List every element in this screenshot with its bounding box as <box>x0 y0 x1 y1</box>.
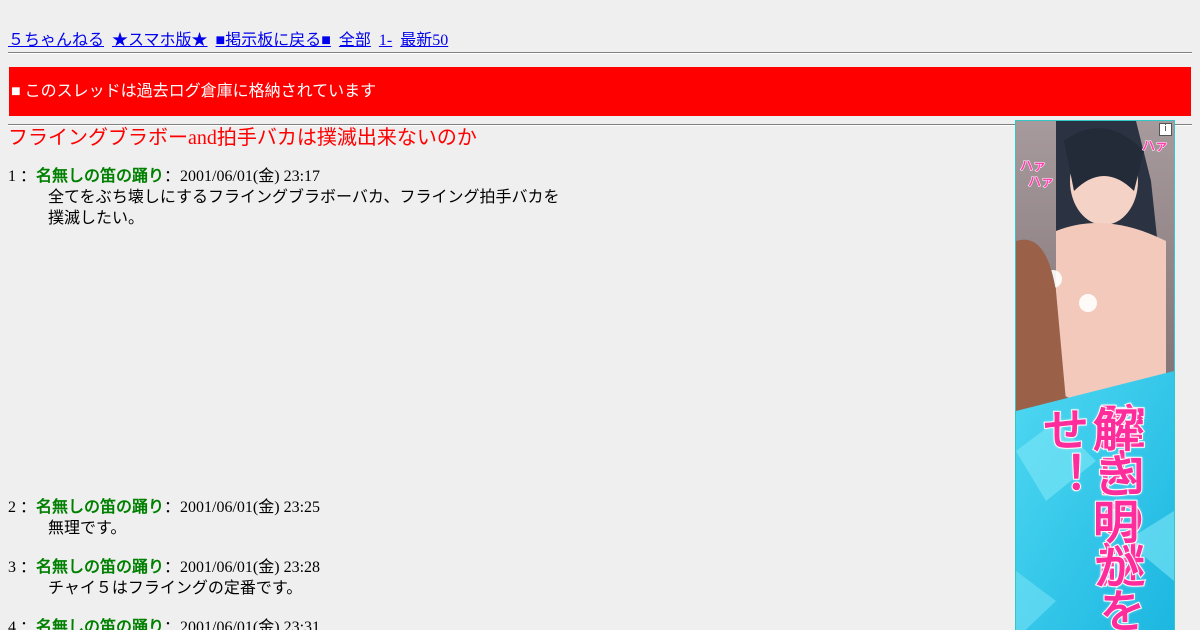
post-header: 4 ：名無しの笛の踊り：2001/06/01(金) 23:31 <box>8 617 320 630</box>
post-number-separator: ： <box>20 168 37 185</box>
thread-title: フライングブラボーand拍手バカは撲滅出来ないのか <box>8 127 477 149</box>
nav-link-from-1[interactable]: 1- <box>379 32 392 49</box>
post-header: 3 ：名無しの笛の踊り：2001/06/01(金) 23:28 <box>8 557 320 578</box>
post-number: 4 <box>8 619 16 630</box>
post-author-name: 名無しの笛の踊り <box>36 168 165 185</box>
nav-link-back-to-board[interactable]: ■掲示板に戻る■ <box>216 32 331 49</box>
post-body: 全てをぶち壊しにするフライングブラボーバカ、フライング拍手バカを 撲滅したい。 <box>48 187 560 229</box>
post-body-line: チャイ５はフライングの定番です。 <box>48 580 303 597</box>
post: 3 ：名無しの笛の踊り：2001/06/01(金) 23:28 チャイ５はフライ… <box>8 557 320 599</box>
nav-link-all[interactable]: 全部 <box>339 32 371 49</box>
post-datetime: ：2001/06/01(金) 23:17 <box>164 168 321 185</box>
post-body-line: 全てをぶち壊しにするフライングブラボーバカ、フライング拍手バカを <box>48 189 560 206</box>
post-header: 1 ：名無しの笛の踊り：2001/06/01(金) 23:17 <box>8 166 560 187</box>
post-number-separator: ： <box>20 619 37 630</box>
divider <box>8 52 1192 54</box>
post-body-line: 撲滅したい。 <box>48 210 145 227</box>
page: ５ちゃんねる ★スマホ版★ ■掲示板に戻る■ 全部 1- 最新50 ■ このスレ… <box>0 0 1200 630</box>
post-number-separator: ： <box>20 559 37 576</box>
post-datetime: ：2001/06/01(金) 23:31 <box>164 619 321 630</box>
post-datetime: ：2001/06/01(金) 23:28 <box>164 559 321 576</box>
ad-sound-effect: ハァ <box>1141 139 1169 155</box>
post-number-separator: ： <box>20 499 37 516</box>
post-body-line: 無理です。 <box>48 520 127 537</box>
post-author-name: 名無しの笛の踊り <box>36 619 165 630</box>
post-body: チャイ５はフライングの定番です。 <box>48 578 320 599</box>
nav-link-smartphone[interactable]: ★スマホ版★ <box>112 32 208 49</box>
post-number: 1 <box>8 168 16 185</box>
post: 4 ：名無しの笛の踊り：2001/06/01(金) 23:31 <box>8 617 320 630</box>
post: 2 ：名無しの笛の踊り：2001/06/01(金) 23:25 無理です。 <box>8 497 320 539</box>
post-datetime: ：2001/06/01(金) 23:25 <box>164 499 321 516</box>
ad-sound-effect: ハァ <box>1027 175 1055 191</box>
post-number: 3 <box>8 559 16 576</box>
ad-headline-line2: 解き明かせ！ <box>1035 405 1141 591</box>
archived-notice-banner: ■ このスレッドは過去ログ倉庫に格納されています <box>9 67 1191 116</box>
post-header: 2 ：名無しの笛の踊り：2001/06/01(金) 23:25 <box>8 497 320 518</box>
post-number: 2 <box>8 499 16 516</box>
post-author-name: 名無しの笛の踊り <box>36 499 165 516</box>
top-navigation: ５ちゃんねる ★スマホ版★ ■掲示板に戻る■ 全部 1- 最新50 <box>8 31 452 51</box>
post-body: 無理です。 <box>48 518 320 539</box>
advertisement-banner[interactable]: i ハァ ハァ ハァ 膣内の謎を 解き明かせ！ <box>1015 120 1175 630</box>
nav-link-latest-50[interactable]: 最新50 <box>400 32 448 49</box>
nav-link-5ch[interactable]: ５ちゃんねる <box>8 32 104 49</box>
post-author-name: 名無しの笛の踊り <box>36 559 165 576</box>
post: 1 ：名無しの笛の踊り：2001/06/01(金) 23:17 全てをぶち壊しに… <box>8 166 560 229</box>
